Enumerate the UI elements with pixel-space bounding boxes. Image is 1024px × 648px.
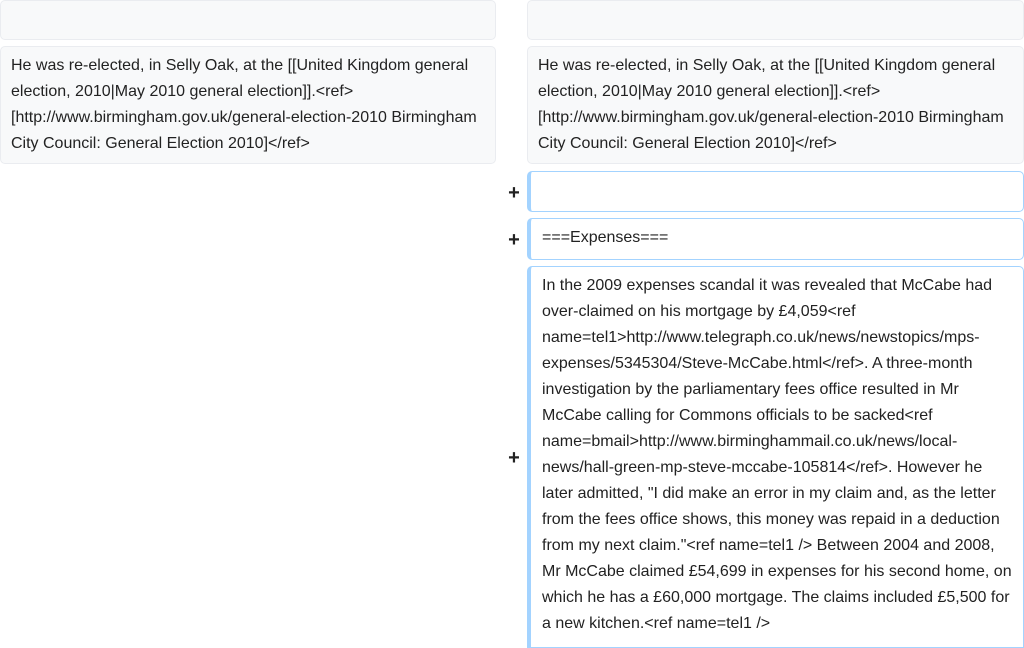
added-expenses-paragraph: In the 2009 expenses scandal it was reve… — [527, 266, 1024, 648]
right-empty-context-line — [527, 0, 1024, 40]
added-line-plus-icon: + — [508, 182, 520, 204]
added-empty-line — [527, 171, 1024, 212]
left-context-paragraph: He was re-elected, in Selly Oak, at the … — [0, 46, 496, 164]
left-empty-context-line — [0, 0, 496, 40]
added-heading-line: ===Expenses=== — [527, 218, 1024, 260]
added-line-plus-icon: + — [508, 447, 520, 469]
right-context-paragraph: He was re-elected, in Selly Oak, at the … — [527, 46, 1024, 164]
added-line-plus-icon: + — [508, 229, 520, 251]
